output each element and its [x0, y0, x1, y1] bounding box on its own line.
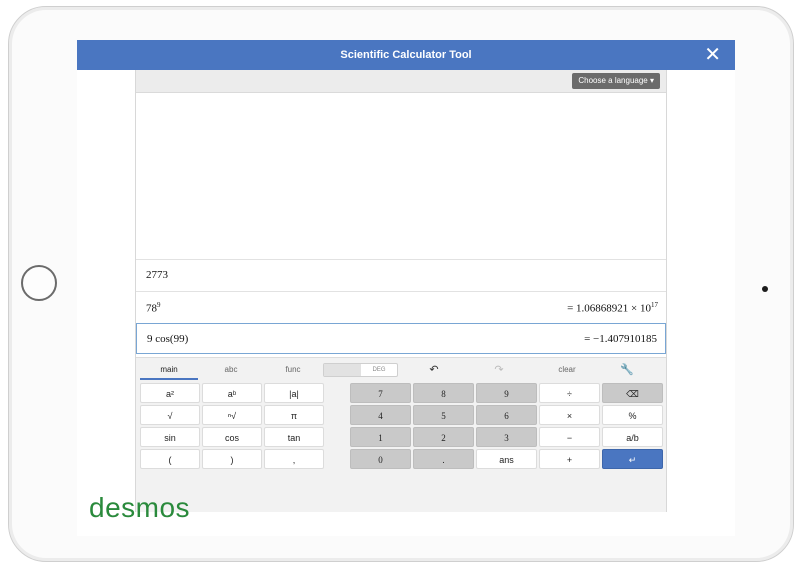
- window-title: Scientific Calculator Tool: [340, 49, 472, 61]
- key-cos[interactable]: cos: [202, 427, 262, 447]
- calculator: Choose a language ▾ 2773 789 = 1.0686892…: [135, 70, 667, 512]
- expression-list: 2773 789 = 1.06868921 × 1017 9 cos(99) =…: [136, 259, 666, 354]
- key-9[interactable]: 9: [476, 383, 537, 403]
- expression-input: 9 cos(99): [147, 333, 189, 345]
- key-8[interactable]: 8: [413, 383, 474, 403]
- close-icon[interactable]: ✕: [704, 43, 721, 67]
- clear-button[interactable]: clear: [544, 362, 590, 378]
- key-divide[interactable]: ÷: [539, 383, 600, 403]
- key-power[interactable]: aᵇ: [202, 383, 262, 403]
- desmos-logo: desmos: [89, 492, 191, 523]
- key-decimal[interactable]: .: [413, 449, 474, 469]
- key-6[interactable]: 6: [476, 405, 537, 425]
- expression-result: = 1.06868921 × 1017: [567, 301, 658, 315]
- key-sin[interactable]: sin: [140, 427, 200, 447]
- expression-row[interactable]: 2773: [136, 259, 666, 291]
- redo-icon[interactable]: ↷: [479, 362, 519, 378]
- backspace-icon[interactable]: ⌫: [602, 383, 663, 403]
- tab-main[interactable]: main: [140, 362, 198, 380]
- enter-icon[interactable]: ↵: [602, 449, 663, 469]
- key-plus[interactable]: +: [539, 449, 600, 469]
- key-5[interactable]: 5: [413, 405, 474, 425]
- key-pi[interactable]: π: [264, 405, 324, 425]
- expression-input: 789: [146, 301, 161, 315]
- tab-abc[interactable]: abc: [202, 362, 260, 378]
- camera-dot: [762, 286, 768, 292]
- home-button[interactable]: [21, 265, 57, 301]
- undo-icon[interactable]: ↶: [414, 362, 454, 378]
- key-comma[interactable]: ,: [264, 449, 324, 469]
- key-fraction[interactable]: a/b: [602, 427, 663, 447]
- angle-mode-toggle[interactable]: DEG: [323, 363, 398, 377]
- expression-row-active[interactable]: 9 cos(99) = −1.407910185: [136, 323, 666, 354]
- key-2[interactable]: 2: [413, 427, 474, 447]
- calculator-toolbar: Choose a language ▾: [136, 70, 666, 93]
- key-0[interactable]: 0: [350, 449, 411, 469]
- key-nth-root[interactable]: ⁿ√: [202, 405, 262, 425]
- key-open-paren[interactable]: (: [140, 449, 200, 469]
- key-percent[interactable]: %: [602, 405, 663, 425]
- key-4[interactable]: 4: [350, 405, 411, 425]
- wrench-icon[interactable]: 🔧: [604, 362, 650, 378]
- key-multiply[interactable]: ×: [539, 405, 600, 425]
- keypad: main abc func DEG ↶ ↷ clear 🔧 a² aᵇ |a| …: [136, 357, 666, 512]
- key-abs[interactable]: |a|: [264, 383, 324, 403]
- key-minus[interactable]: −: [539, 427, 600, 447]
- title-bar: Scientific Calculator Tool ✕: [77, 40, 735, 70]
- expression-row[interactable]: 789 = 1.06868921 × 1017: [136, 291, 666, 323]
- expression-input: 2773: [146, 269, 168, 281]
- toggle-track: [324, 364, 361, 376]
- language-dropdown[interactable]: Choose a language ▾: [572, 73, 660, 89]
- app-screen: Scientific Calculator Tool ✕ Choose a la…: [77, 40, 735, 536]
- tab-func[interactable]: func: [264, 362, 322, 378]
- key-close-paren[interactable]: ): [202, 449, 262, 469]
- key-3[interactable]: 3: [476, 427, 537, 447]
- angle-mode-label: DEG: [372, 367, 386, 373]
- key-sqrt[interactable]: √: [140, 405, 200, 425]
- key-ans[interactable]: ans: [476, 449, 537, 469]
- key-1[interactable]: 1: [350, 427, 411, 447]
- key-7[interactable]: 7: [350, 383, 411, 403]
- key-square[interactable]: a²: [140, 383, 200, 403]
- expression-result: = −1.407910185: [584, 333, 657, 345]
- key-tan[interactable]: tan: [264, 427, 324, 447]
